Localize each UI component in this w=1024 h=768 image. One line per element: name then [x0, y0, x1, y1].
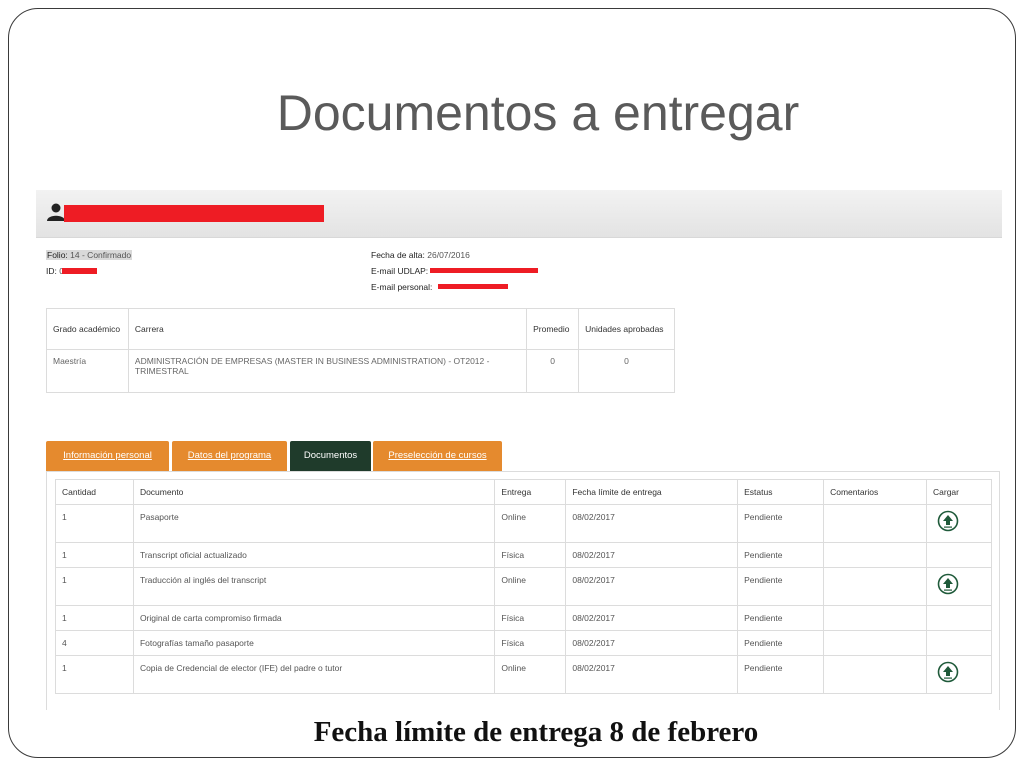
program-header-row: Grado académico Carrera Promedio Unidade… [46, 308, 675, 350]
header-cantidad: Cantidad [55, 479, 134, 505]
cell-entrega: Física [494, 542, 567, 568]
embedded-screenshot: Folio: 14 - Confirmado ID: 0 Fecha de al… [36, 190, 1002, 710]
header-comentarios: Comentarios [823, 479, 927, 505]
program-row: Maestría ADMINISTRACIÓN DE EMPRESAS (MAS… [46, 349, 675, 393]
table-row: 1 Original de carta compromiso firmada F… [55, 605, 992, 631]
cell-comentarios [823, 655, 927, 694]
header-grado: Grado académico [46, 308, 129, 350]
cell-entrega: Física [494, 605, 567, 631]
cell-estatus: Pendiente [737, 655, 825, 694]
cell-cantidad: 1 [55, 542, 134, 568]
redacted-email-udlap [430, 268, 538, 273]
header-fecha: Fecha límite de entrega [565, 479, 739, 505]
tab-informacion-personal[interactable]: Información personal [46, 441, 169, 471]
cell-fecha: 08/02/2017 [565, 605, 739, 631]
cell-fecha: 08/02/2017 [565, 504, 739, 543]
cell-cantidad: 1 [55, 567, 134, 606]
cell-documento: Pasaporte [132, 504, 496, 543]
header-unidades: Unidades aprobadas [578, 308, 675, 350]
cell-unidades: 0 [578, 349, 675, 393]
cell-estatus: Pendiente [737, 630, 825, 656]
cell-fecha: 08/02/2017 [565, 630, 739, 656]
fecha-alta-value: 26/07/2016 [427, 250, 470, 260]
cell-estatus: Pendiente [737, 504, 825, 543]
cell-documento: Copia de Credencial de elector (IFE) del… [132, 655, 496, 694]
cell-promedio: 0 [526, 349, 580, 393]
cell-cargar [926, 504, 992, 543]
header-entrega: Entrega [494, 479, 567, 505]
cell-grado: Maestría [46, 349, 129, 393]
cell-cantidad: 1 [55, 655, 134, 694]
program-table: Grado académico Carrera Promedio Unidade… [46, 308, 675, 393]
documents-table: Cantidad Documento Entrega Fecha límite … [55, 479, 992, 694]
tab-documentos[interactable]: Documentos [290, 441, 371, 471]
cell-estatus: Pendiente [737, 567, 825, 606]
cell-comentarios [823, 605, 927, 631]
cell-entrega: Física [494, 630, 567, 656]
table-row: 4 Fotografías tamaño pasaporte Física 08… [55, 630, 992, 656]
email-personal-label: E-mail personal: [371, 282, 433, 292]
cell-documento: Original de carta compromiso firmada [132, 605, 496, 631]
redacted-id [62, 268, 97, 274]
cell-comentarios [823, 504, 927, 543]
cell-estatus: Pendiente [737, 542, 825, 568]
header-promedio: Promedio [526, 308, 580, 350]
user-icon [47, 203, 65, 221]
cell-comentarios [823, 542, 927, 568]
upload-icon[interactable] [937, 510, 959, 532]
redacted-email-personal [438, 284, 508, 289]
id-label: ID: [46, 266, 57, 276]
email-personal-line: E-mail personal: [371, 282, 432, 292]
documents-header-row: Cantidad Documento Entrega Fecha límite … [55, 479, 992, 505]
cell-cargar [926, 655, 992, 694]
cell-carrera: ADMINISTRACIÓN DE EMPRESAS (MASTER IN BU… [127, 349, 528, 393]
cell-estatus: Pendiente [737, 605, 825, 631]
cell-cargar [926, 630, 992, 656]
cell-cargar [926, 542, 992, 568]
redacted-name [64, 205, 324, 222]
cell-comentarios [823, 567, 927, 606]
deadline-footer: Fecha límite de entrega 8 de febrero [313, 716, 759, 748]
folio-label: Folio: [47, 250, 68, 260]
slide-title: Documentos a entregar [276, 85, 800, 141]
folio-line: Folio: 14 - Confirmado [46, 250, 133, 260]
cell-fecha: 08/02/2017 [565, 567, 739, 606]
folio-value: 14 - Confirmado [70, 250, 132, 260]
cell-fecha: 08/02/2017 [565, 655, 739, 694]
fecha-alta-label: Fecha de alta: [371, 250, 425, 260]
upload-icon[interactable] [937, 573, 959, 595]
table-row: 1 Traducción al inglés del transcript On… [55, 567, 992, 606]
cell-documento: Fotografías tamaño pasaporte [132, 630, 496, 656]
fecha-alta-line: Fecha de alta: 26/07/2016 [371, 250, 470, 260]
tab-datos-programa[interactable]: Datos del programa [172, 441, 287, 471]
header-estatus: Estatus [737, 479, 825, 505]
email-udlap-label: E-mail UDLAP: [371, 266, 429, 276]
cell-documento: Transcript oficial actualizado [132, 542, 496, 568]
cell-cantidad: 1 [55, 605, 134, 631]
cell-cargar [926, 567, 992, 606]
table-row: 1 Pasaporte Online 08/02/2017 Pendiente [55, 504, 992, 543]
table-row: 1 Transcript oficial actualizado Física … [55, 542, 992, 568]
cell-cantidad: 1 [55, 504, 134, 543]
cell-entrega: Online [494, 504, 567, 543]
upload-icon[interactable] [937, 661, 959, 683]
cell-documento: Traducción al inglés del transcript [132, 567, 496, 606]
header-carrera: Carrera [127, 308, 528, 350]
cell-cantidad: 4 [55, 630, 134, 656]
cell-comentarios [823, 630, 927, 656]
cell-entrega: Online [494, 655, 567, 694]
tab-preseleccion-cursos[interactable]: Preselección de cursos [373, 441, 502, 471]
header-documento: Documento [132, 479, 496, 505]
email-udlap-line: E-mail UDLAP: [371, 266, 428, 276]
documents-panel: Cantidad Documento Entrega Fecha límite … [46, 471, 1000, 710]
cell-cargar [926, 605, 992, 631]
table-row: 1 Copia de Credencial de elector (IFE) d… [55, 655, 992, 694]
cell-fecha: 08/02/2017 [565, 542, 739, 568]
profile-header [36, 190, 1002, 238]
cell-entrega: Online [494, 567, 567, 606]
header-cargar: Cargar [926, 479, 992, 505]
